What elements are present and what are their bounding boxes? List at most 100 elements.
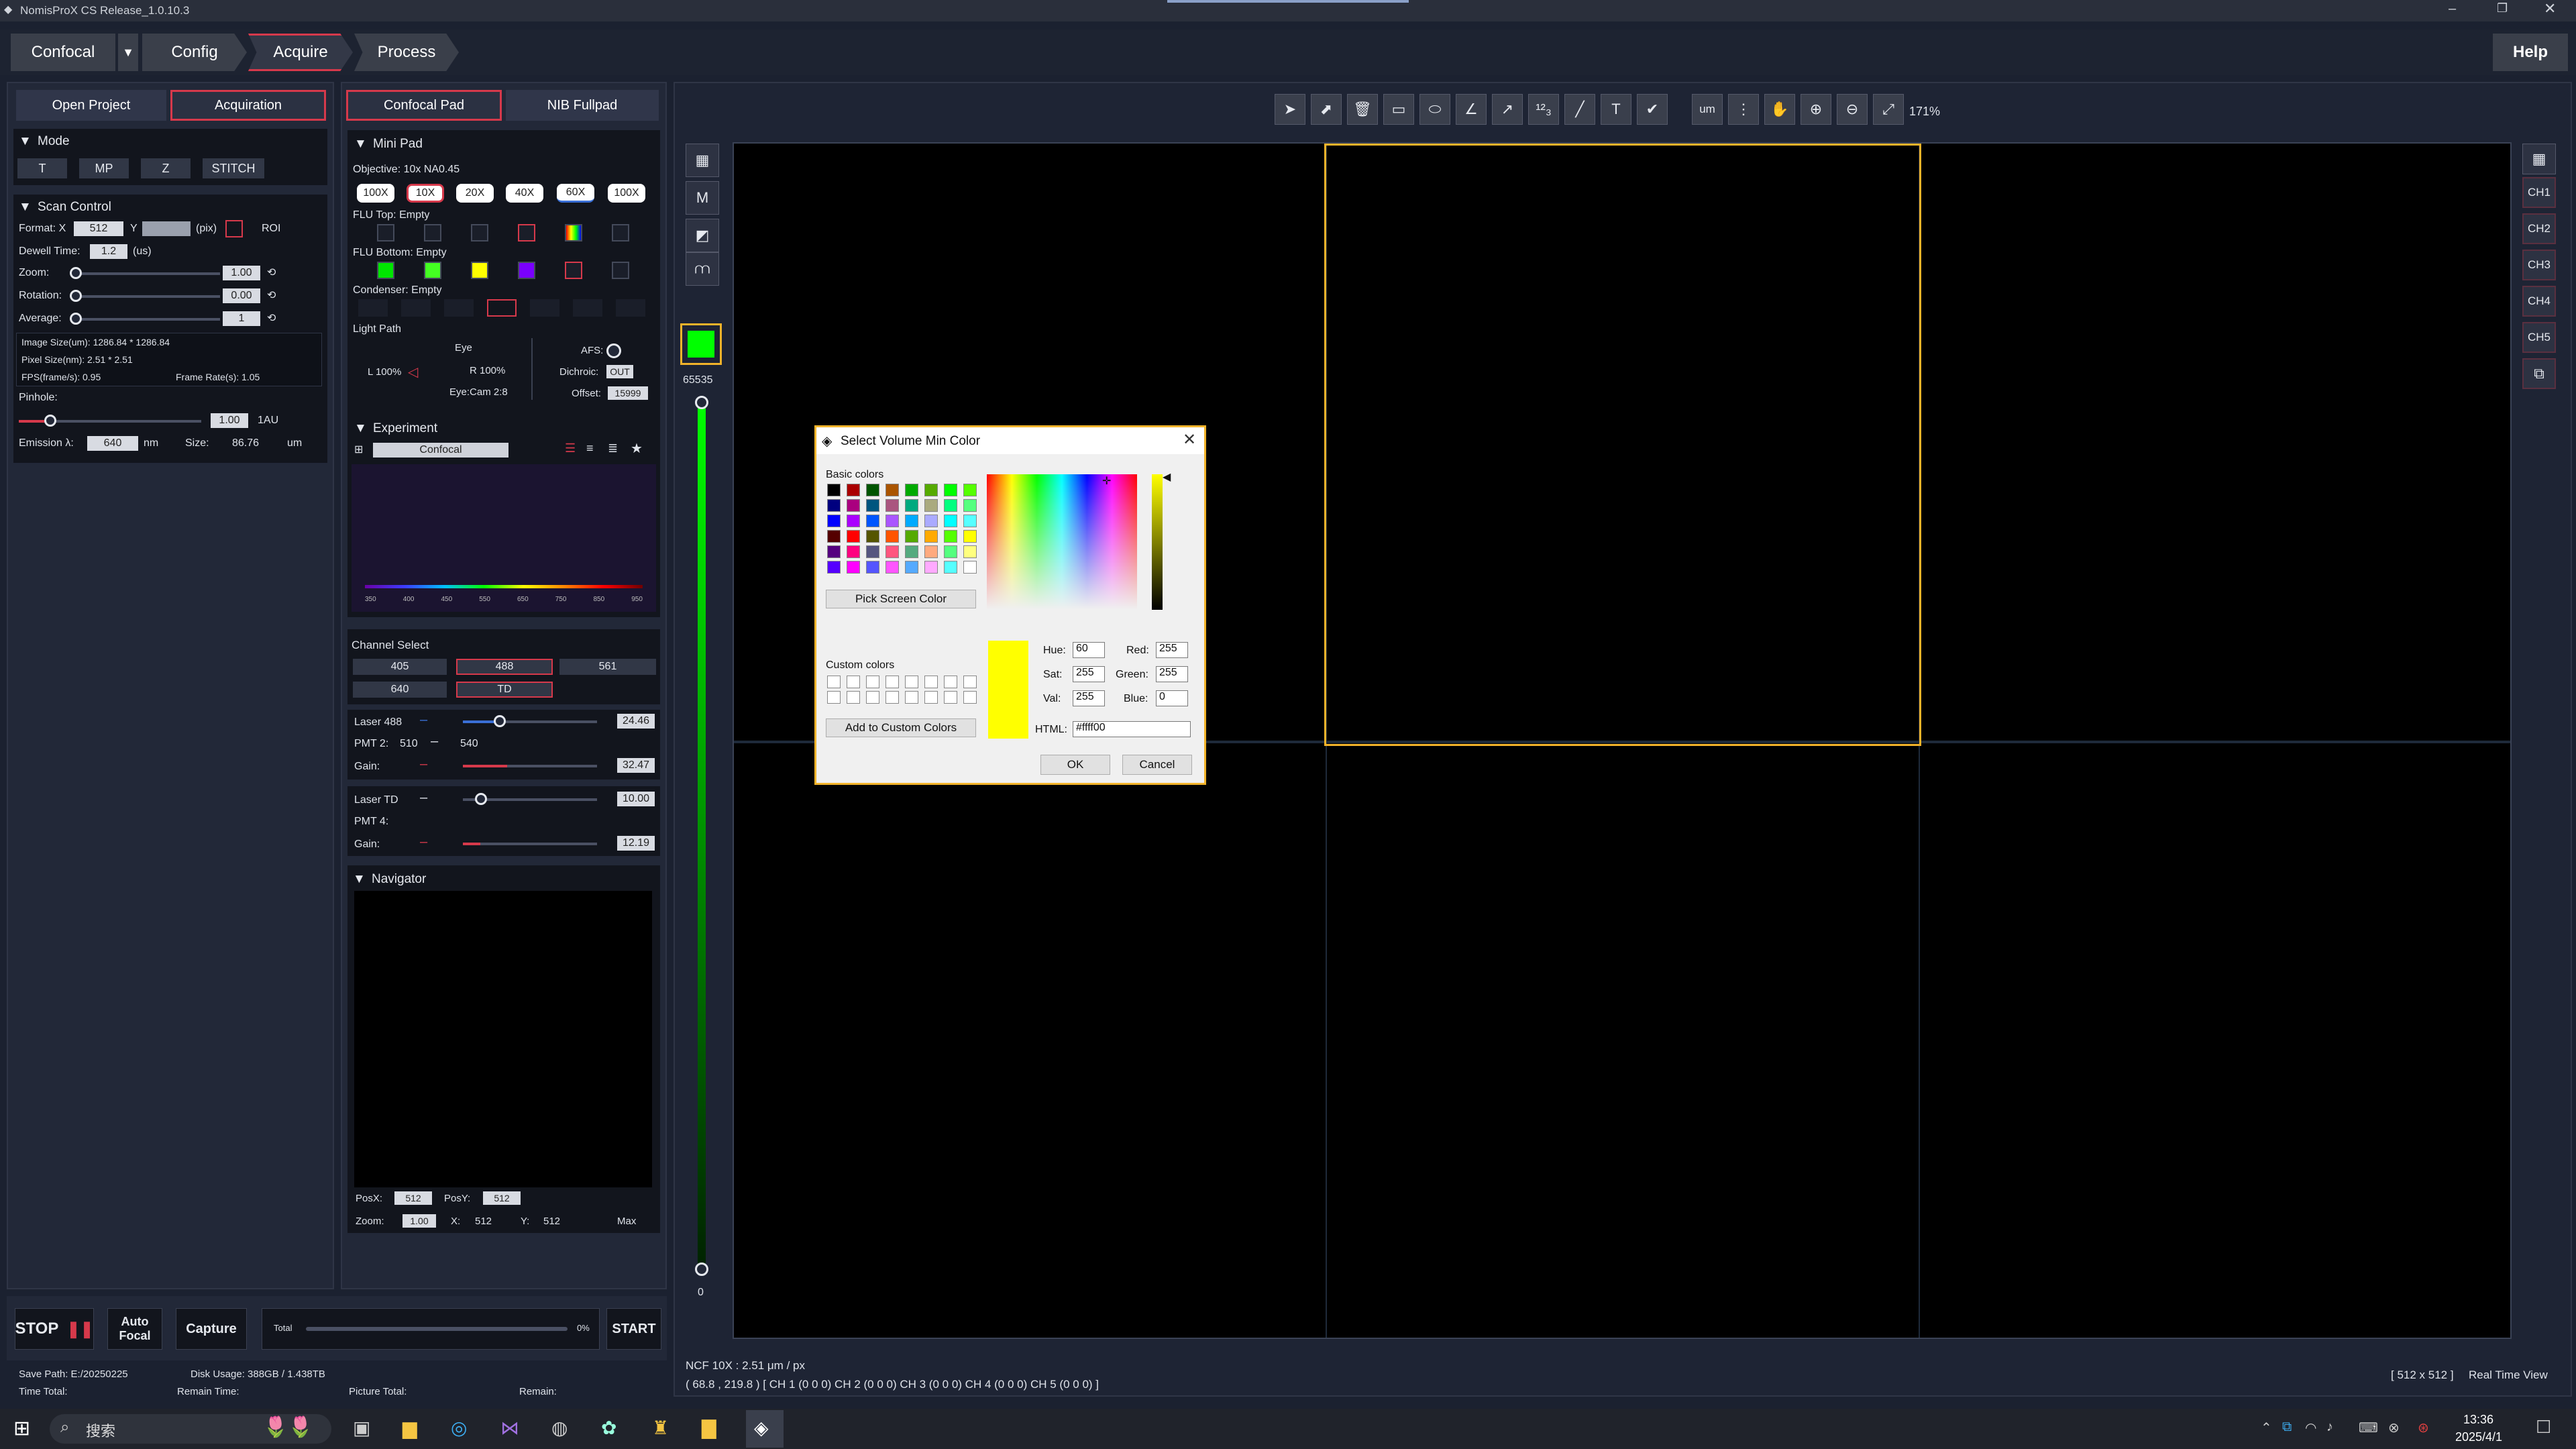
tab-config[interactable]: Config <box>142 34 247 71</box>
basic-color-swatch[interactable] <box>827 484 841 496</box>
rotation-slider[interactable] <box>76 295 220 298</box>
custom-color-slot[interactable] <box>847 691 860 704</box>
reset-icon[interactable]: ⟲ <box>267 288 276 302</box>
basic-color-swatch[interactable] <box>924 545 938 558</box>
visual-studio-icon[interactable]: ⋈ <box>500 1417 519 1439</box>
clock-time[interactable]: 13:36 <box>2463 1413 2493 1427</box>
tab-acquiration[interactable]: Acquiration <box>170 90 326 121</box>
count-icon[interactable]: ¹²₃ <box>1528 94 1559 125</box>
offset-field[interactable]: 15999 <box>608 386 648 400</box>
flu-bottom-slot-selected[interactable] <box>565 262 582 279</box>
custom-color-slot[interactable] <box>847 676 860 688</box>
hand-icon[interactable]: ✋ <box>1764 94 1795 125</box>
file-explorer-icon[interactable]: ▆ <box>402 1417 417 1439</box>
basic-color-swatch[interactable] <box>944 561 957 574</box>
condenser-slot[interactable] <box>444 299 474 317</box>
average-slider[interactable] <box>76 318 220 321</box>
task-view-icon[interactable]: ▣ <box>353 1417 370 1439</box>
mode-t-button[interactable]: T <box>17 158 67 178</box>
notification-icon[interactable]: ☐ <box>2536 1417 2551 1438</box>
chevron-up-icon[interactable]: ⌃ <box>2261 1419 2272 1436</box>
custom-color-slot[interactable] <box>866 676 879 688</box>
tab-process[interactable]: Process <box>354 34 459 71</box>
basic-color-swatch[interactable] <box>905 561 918 574</box>
basic-color-swatch[interactable] <box>944 515 957 527</box>
custom-color-slot[interactable] <box>905 676 918 688</box>
basic-color-swatch[interactable] <box>866 561 879 574</box>
keyboard-icon[interactable]: ⌨ <box>2359 1419 2378 1436</box>
ch1-button[interactable]: CH1 <box>2522 177 2556 208</box>
ok-button[interactable]: OK <box>1040 755 1110 775</box>
flu-bottom-slot-yellow[interactable] <box>471 262 488 279</box>
basic-color-swatch[interactable] <box>885 499 899 512</box>
gain-td-field[interactable]: 12.19 <box>617 836 655 851</box>
mode-stitch-button[interactable]: STITCH <box>203 158 264 178</box>
objective-40x-button[interactable]: 40X <box>506 184 543 203</box>
rotation-slider-handle[interactable] <box>70 290 82 302</box>
basic-color-swatch[interactable] <box>847 530 860 543</box>
app-icon[interactable]: ✿ <box>601 1417 616 1439</box>
custom-color-slot[interactable] <box>924 691 938 704</box>
basic-color-swatch[interactable] <box>847 561 860 574</box>
nav-zoom-field[interactable]: 1.00 <box>402 1214 436 1228</box>
layout-grid-icon[interactable]: ▦ <box>2522 144 2556 174</box>
check-icon[interactable]: ✔ <box>1637 94 1668 125</box>
roi-button[interactable]: ROI <box>262 223 280 235</box>
custom-color-slot[interactable] <box>944 676 957 688</box>
trash-icon[interactable]: 🗑 <box>1347 94 1378 125</box>
align-icon[interactable]: ≣ <box>608 441 618 455</box>
zoom-slider-handle[interactable] <box>70 267 82 279</box>
lut-range-slider[interactable] <box>698 397 706 1269</box>
average-field[interactable]: 1 <box>223 311 260 326</box>
zoom-in-icon[interactable]: ⊕ <box>1801 94 1831 125</box>
app-icon[interactable]: ♜ <box>652 1417 669 1439</box>
condenser-slot[interactable] <box>616 299 645 317</box>
dichroic-field[interactable]: OUT <box>606 365 633 378</box>
basic-color-swatch[interactable] <box>866 515 879 527</box>
emission-select[interactable]: 640 <box>87 436 138 451</box>
basic-color-swatch[interactable] <box>885 530 899 543</box>
custom-color-slot[interactable] <box>885 691 899 704</box>
rotation-field[interactable]: 0.00 <box>223 288 260 303</box>
app-icon[interactable]: ◍ <box>551 1417 568 1439</box>
fit-screen-icon[interactable]: ⤢ <box>1873 94 1904 125</box>
zoom-out-icon[interactable]: ⊖ <box>1837 94 1868 125</box>
ch2-button[interactable]: CH2 <box>2522 213 2556 244</box>
folder-icon[interactable]: ▇ <box>702 1417 716 1439</box>
pinhole-slider-handle[interactable] <box>44 415 56 427</box>
laser-td-slider-handle[interactable] <box>475 793 487 805</box>
arrow-icon[interactable]: ↗ <box>1492 94 1523 125</box>
channel-405-button[interactable]: 405 <box>353 659 447 675</box>
tray-icon[interactable]: ⊗ <box>2388 1419 2400 1436</box>
blue-spinbox[interactable]: 0 <box>1156 690 1188 706</box>
laser-td-field[interactable]: 10.00 <box>617 792 655 806</box>
caret-down-icon[interactable]: ▼ <box>118 34 138 71</box>
basic-color-swatch[interactable] <box>885 515 899 527</box>
channel-td-button[interactable]: TD <box>456 682 553 698</box>
basic-color-swatch[interactable] <box>963 545 977 558</box>
basic-color-swatch[interactable] <box>944 545 957 558</box>
list-icon[interactable]: ☰ <box>565 441 576 455</box>
basic-color-swatch[interactable] <box>847 484 860 496</box>
flu-bottom-slot-green[interactable] <box>424 262 441 279</box>
red-spinbox[interactable]: 255 <box>1156 642 1188 658</box>
objective-20x-button[interactable]: 20X <box>456 184 494 203</box>
mode-select[interactable]: Confocal <box>11 34 115 71</box>
lut-max-handle[interactable] <box>695 396 708 409</box>
reset-icon[interactable]: ⟲ <box>267 311 276 325</box>
zoom-field[interactable]: 1.00 <box>223 266 260 280</box>
basic-color-swatch[interactable] <box>963 499 977 512</box>
navigator-preview[interactable] <box>354 891 652 1187</box>
ch4-button[interactable]: CH4 <box>2522 286 2556 317</box>
flu-bottom-slot-green[interactable] <box>377 262 394 279</box>
lut-icon[interactable]: ▦ <box>686 144 719 177</box>
html-color-input[interactable]: #ffff00 <box>1073 721 1191 737</box>
basic-color-swatch[interactable] <box>847 515 860 527</box>
capture-button[interactable]: Capture <box>176 1308 247 1350</box>
basic-color-swatch[interactable] <box>866 530 879 543</box>
help-button[interactable]: Help <box>2493 34 2568 71</box>
tab-acquire[interactable]: Acquire <box>248 34 353 71</box>
left-arrow-icon[interactable]: ◁ <box>408 364 418 380</box>
basic-color-swatch[interactable] <box>885 484 899 496</box>
basic-color-swatch[interactable] <box>827 499 841 512</box>
